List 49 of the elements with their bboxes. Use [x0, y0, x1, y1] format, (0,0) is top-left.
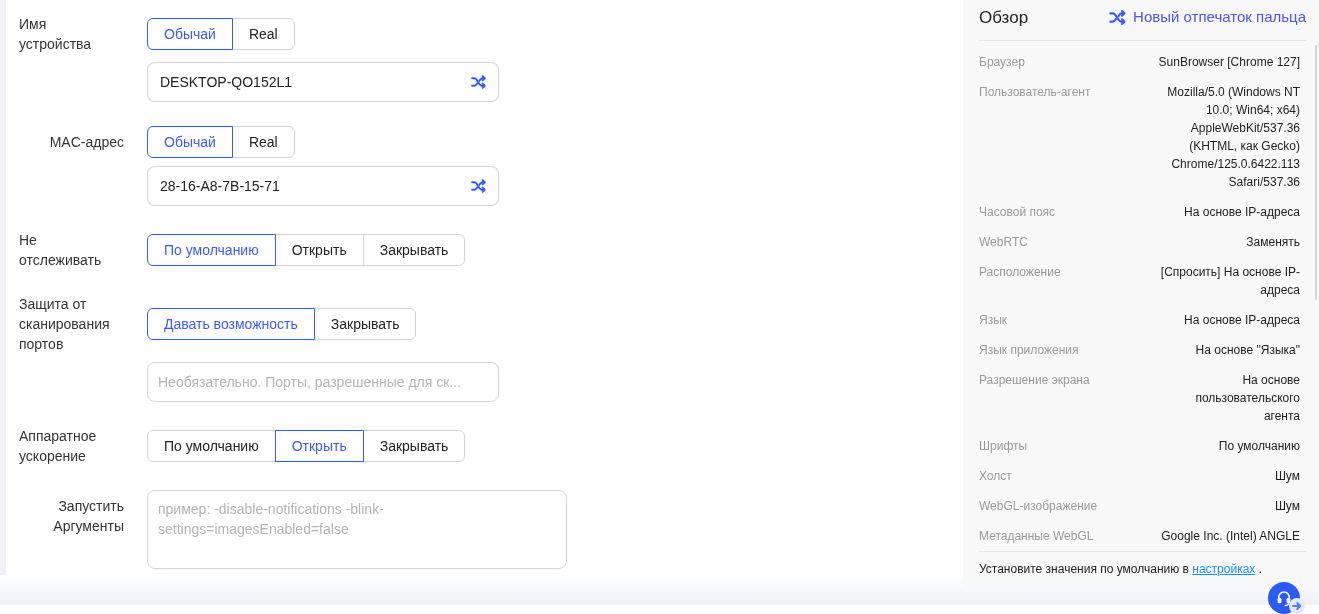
option-button[interactable]: Открыть: [274, 430, 364, 462]
property-label: WebGL-изображение: [979, 498, 1098, 515]
text-input[interactable]: Необязательно. Порты, разрешенные для ск...: [147, 362, 499, 402]
property-label: Холст: [979, 468, 1012, 485]
new-fingerprint-link[interactable]: Новый отпечаток пальца: [1108, 6, 1306, 29]
option-button[interactable]: По умолчанию: [147, 234, 276, 266]
property-value: На основе пользовательского агента: [1194, 372, 1300, 425]
field-label: Не отслеживать: [19, 232, 102, 268]
property-label: WebRTC: [979, 234, 1028, 251]
property-label: Пользователь-агент: [979, 84, 1091, 101]
property-label: Часовой пояс: [979, 204, 1056, 221]
option-button[interactable]: Закрывать: [362, 430, 466, 462]
property-value: SunBrowser [Chrome 127]: [1158, 54, 1300, 71]
field-label: MAC-адрес: [49, 134, 124, 150]
field-label: Имя устройства: [19, 16, 92, 52]
property-label: Расположение: [979, 264, 1061, 281]
shuffle-icon: [1108, 10, 1128, 25]
property-value: Заменять: [1246, 234, 1300, 251]
option-button[interactable]: Давать возможность: [147, 308, 315, 340]
property-label: Язык: [979, 312, 1008, 329]
headset-icon: [1275, 589, 1293, 607]
property-label: Шрифты: [979, 438, 1028, 455]
scrollbar[interactable]: [1315, 45, 1317, 300]
field-label: Запустить Аргументы: [53, 498, 124, 534]
field-label: Защита от сканирования портов: [19, 296, 110, 352]
property-value: Шум: [1274, 498, 1300, 515]
property-value: На основе IP-адреса: [1184, 204, 1300, 221]
option-button[interactable]: Обычай: [147, 18, 233, 50]
option-button[interactable]: Обычай: [147, 126, 233, 158]
option-button[interactable]: Закрывать: [313, 308, 417, 340]
property-value: [Спросить] На основе IP-адреса: [1159, 264, 1300, 299]
property-value: На основе IP-адреса: [1184, 312, 1300, 329]
property-value: Шум: [1274, 468, 1300, 485]
option-button[interactable]: Закрывать: [362, 234, 466, 266]
property-value: На основе "Языка": [1195, 342, 1300, 359]
option-button[interactable]: Real: [231, 18, 295, 50]
field-label: Аппаратное ускорение: [19, 428, 97, 464]
property-value: По умолчанию: [1218, 438, 1300, 455]
property-value: Google Inc. (Intel) ANGLE: [1161, 528, 1300, 545]
property-label: Язык приложения: [979, 342, 1079, 359]
property-label: Браузер: [979, 54, 1025, 71]
overview-title: Обзор: [979, 6, 1029, 29]
option-button[interactable]: Открыть: [274, 234, 364, 266]
property-label: Разрешение экрана: [979, 372, 1090, 389]
property-value: Mozilla/5.0 (Windows NT 10.0; Win64; x64) AppleWebKit/537.36 (KHTML, как Gecko) Chrome/125.0.6422.113 Safari/537.36: [1166, 84, 1300, 191]
option-button[interactable]: По умолчанию: [147, 430, 276, 462]
property-label: Метаданные WebGL: [979, 528, 1094, 545]
option-button[interactable]: Real: [231, 126, 295, 158]
arguments-textarea[interactable]: пример: -disable-notifications -blink-settings=imagesEnabled=false: [147, 490, 567, 569]
